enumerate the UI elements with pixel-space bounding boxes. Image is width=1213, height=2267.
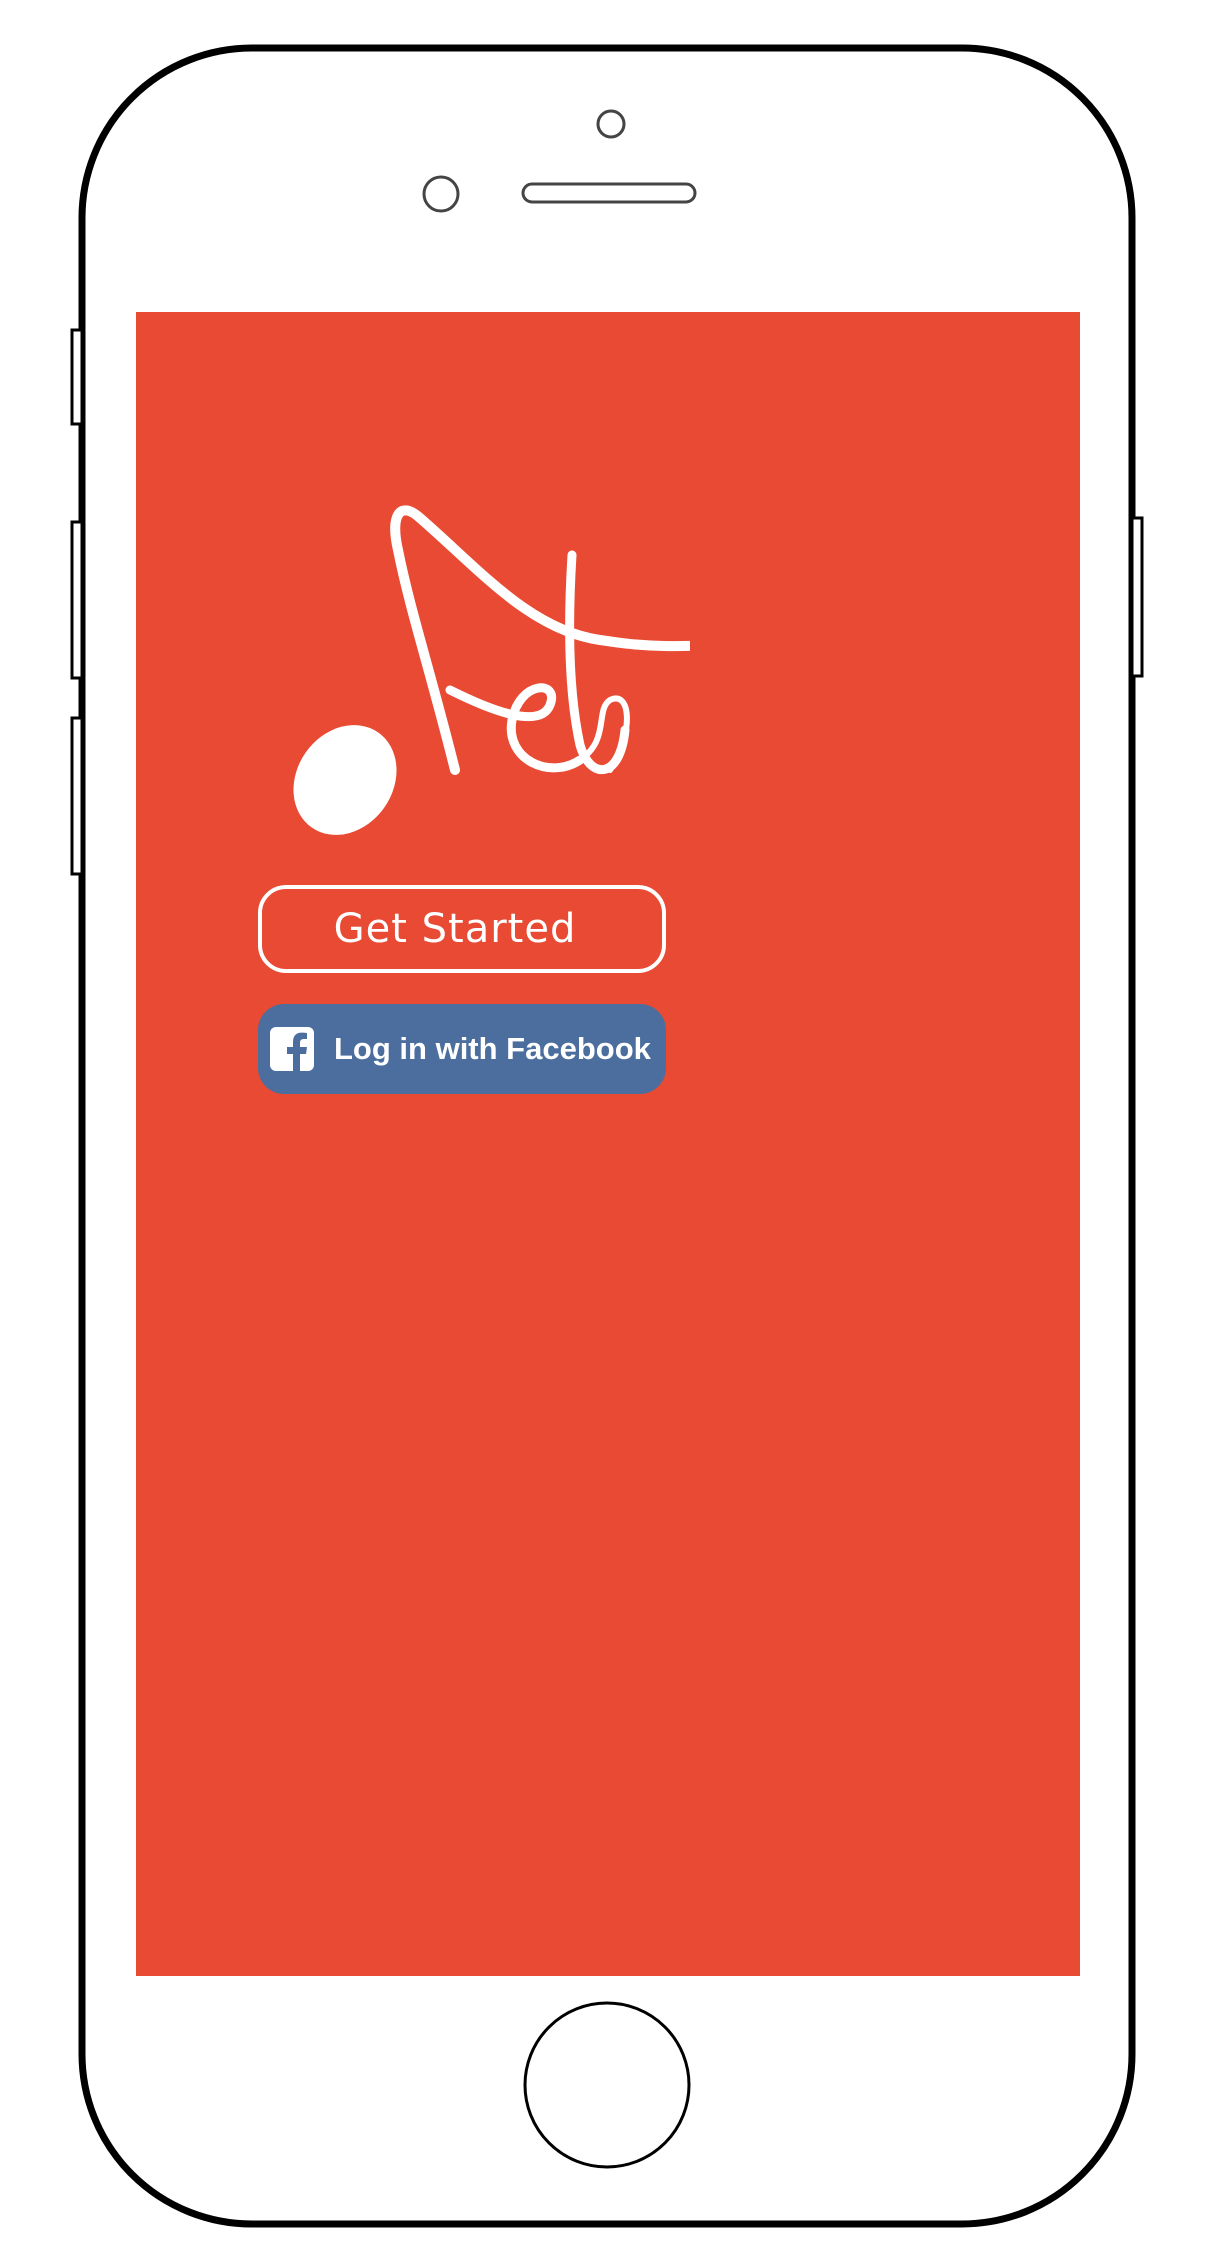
home-button[interactable]: [523, 2001, 691, 2169]
mute-switch: [70, 328, 84, 426]
note-head: [293, 725, 397, 835]
earpiece-speaker: [521, 182, 697, 204]
music-note-logo: [293, 505, 690, 835]
volume-down-button: [70, 716, 84, 876]
proximity-sensor: [596, 109, 626, 139]
get-started-label: Get Started: [333, 906, 577, 952]
get-started-button[interactable]: Get Started: [258, 885, 666, 973]
front-camera: [422, 175, 460, 213]
facebook-login-button[interactable]: Log in with Facebook: [258, 1004, 666, 1094]
power-button: [1130, 516, 1144, 678]
volume-up-button: [70, 520, 84, 680]
facebook-f-icon: [270, 1027, 314, 1071]
facebook-login-label: Log in with Facebook: [334, 1031, 651, 1066]
